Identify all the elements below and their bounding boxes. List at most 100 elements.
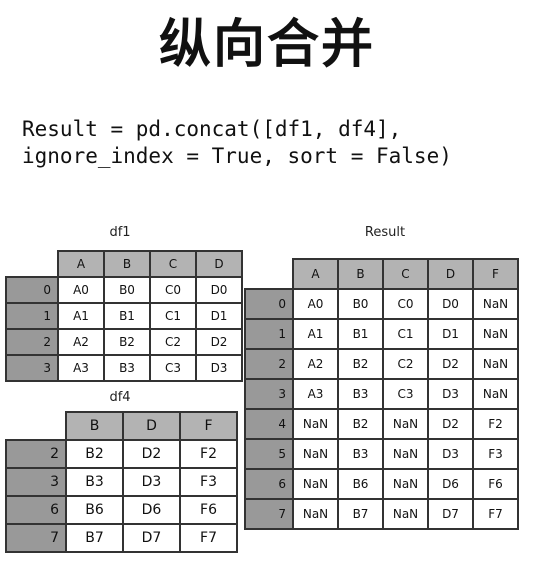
table-cell: D0 [195,276,243,304]
table-cell: C3 [149,354,197,382]
table-row: 0 A0 B0 C0 D0 [5,276,243,304]
table-cell: F7 [179,523,238,553]
column-header: D [122,411,181,441]
table-row: 6 NaN B6 NaN D6 F6 [244,468,519,500]
column-header: B [65,411,124,441]
row-index: 0 [5,276,59,304]
table-cell: F3 [179,467,238,497]
table-cell: D0 [427,288,474,320]
row-index: 1 [5,302,59,330]
table-cell: B2 [65,439,124,469]
table-cell: F6 [472,468,519,500]
df1-table: A B C D 0 A0 B0 C0 D0 1 A1 B1 C1 D1 2 A2 B2 C2 D2 3 A3 B3 C3 D3 [5,250,243,382]
table-cell: NaN [292,438,339,470]
table-cell: B7 [65,523,124,553]
column-header: B [337,258,384,290]
table-cell: C1 [382,318,429,350]
row-index: 1 [244,318,294,350]
table-row: 5 NaN B3 NaN D3 F3 [244,438,519,470]
table-cell: F2 [472,408,519,440]
header-row: ABCDF [245,258,519,290]
code-line-1: Result = pd.concat([df1, df4], [22,117,402,141]
table-cell: F7 [472,498,519,530]
column-header: C [149,250,197,278]
table-cell: D2 [195,328,243,356]
table-cell: D6 [122,495,181,525]
table-cell: A0 [292,288,339,320]
table-cell: NaN [382,408,429,440]
table-cell: NaN [472,318,519,350]
table-cell: B1 [337,318,384,350]
table-row: 7 B7 D7 F7 [5,523,238,553]
result-label: Result [364,225,406,240]
column-header: D [427,258,474,290]
table-row: 0 A0 B0 C0 D0 NaN [244,288,519,320]
table-cell: F3 [472,438,519,470]
table-cell: NaN [382,498,429,530]
row-index: 6 [244,468,294,500]
table-cell: F6 [179,495,238,525]
table-row: 3 A3 B3 C3 D3 [5,354,243,382]
table-cell: D3 [427,378,474,410]
table-row: 2 A2 B2 C2 D2 [5,328,243,356]
table-row: 4 NaN B2 NaN D2 F2 [244,408,519,440]
header-row: ABCD [6,250,243,278]
row-index: 3 [244,378,294,410]
column-header: F [179,411,238,441]
row-index: 6 [5,495,67,525]
table-cell: C0 [382,288,429,320]
table-cell: B3 [103,354,151,382]
row-index: 2 [244,348,294,380]
table-cell: A1 [292,318,339,350]
table-cell: B2 [103,328,151,356]
page-title: 纵向合并 [158,15,375,75]
column-header: D [195,250,243,278]
result-table: A B C D F 0 A0 B0 C0 D0 NaN 1 A1 B1 C1 D1 NaN 2 A2 B2 C2 D2 Na… [244,258,519,530]
table-cell: NaN [292,468,339,500]
table-cell: NaN [472,348,519,380]
row-index: 0 [244,288,294,320]
table-cell: D7 [427,498,474,530]
table-cell: NaN [472,378,519,410]
table-row: 2 B2 D2 F2 [5,439,238,469]
row-index: 7 [244,498,294,530]
table-cell: NaN [382,438,429,470]
table-cell: A2 [292,348,339,380]
table-cell: NaN [292,498,339,530]
table-cell: NaN [292,408,339,440]
table-cell: A3 [57,354,105,382]
table-cell: D2 [427,348,474,380]
table-cell: D3 [427,438,474,470]
table-cell: D7 [122,523,181,553]
table-cell: D3 [122,467,181,497]
table-cell: C3 [382,378,429,410]
table-row: 1 A1 B1 C1 D1 [5,302,243,330]
table-cell: D1 [195,302,243,330]
table-cell: B3 [65,467,124,497]
row-index: 7 [5,523,67,553]
table-cell: D2 [122,439,181,469]
row-index: 5 [244,438,294,470]
table-cell: B3 [337,378,384,410]
df1-label: df1 [109,225,131,240]
table-cell: B1 [103,302,151,330]
table-cell: C1 [149,302,197,330]
row-index: 2 [5,439,67,469]
row-index: 2 [5,328,59,356]
column-header: F [472,258,519,290]
table-cell: B2 [337,408,384,440]
table-row: 3 A3 B3 C3 D3 NaN [244,378,519,410]
table-row: 7 NaN B7 NaN D7 F7 [244,498,519,530]
table-cell: C2 [382,348,429,380]
table-cell: A3 [292,378,339,410]
row-index: 3 [5,354,59,382]
table-cell: B2 [337,348,384,380]
code-line-2: ignore_index = True, sort = False) [22,144,452,168]
table-cell: A0 [57,276,105,304]
table-cell: D1 [427,318,474,350]
table-row: 1 A1 B1 C1 D1 NaN [244,318,519,350]
table-cell: B0 [103,276,151,304]
table-row: 3 B3 D3 F3 [5,467,238,497]
table-row: 2 A2 B2 C2 D2 NaN [244,348,519,380]
table-cell: B7 [337,498,384,530]
